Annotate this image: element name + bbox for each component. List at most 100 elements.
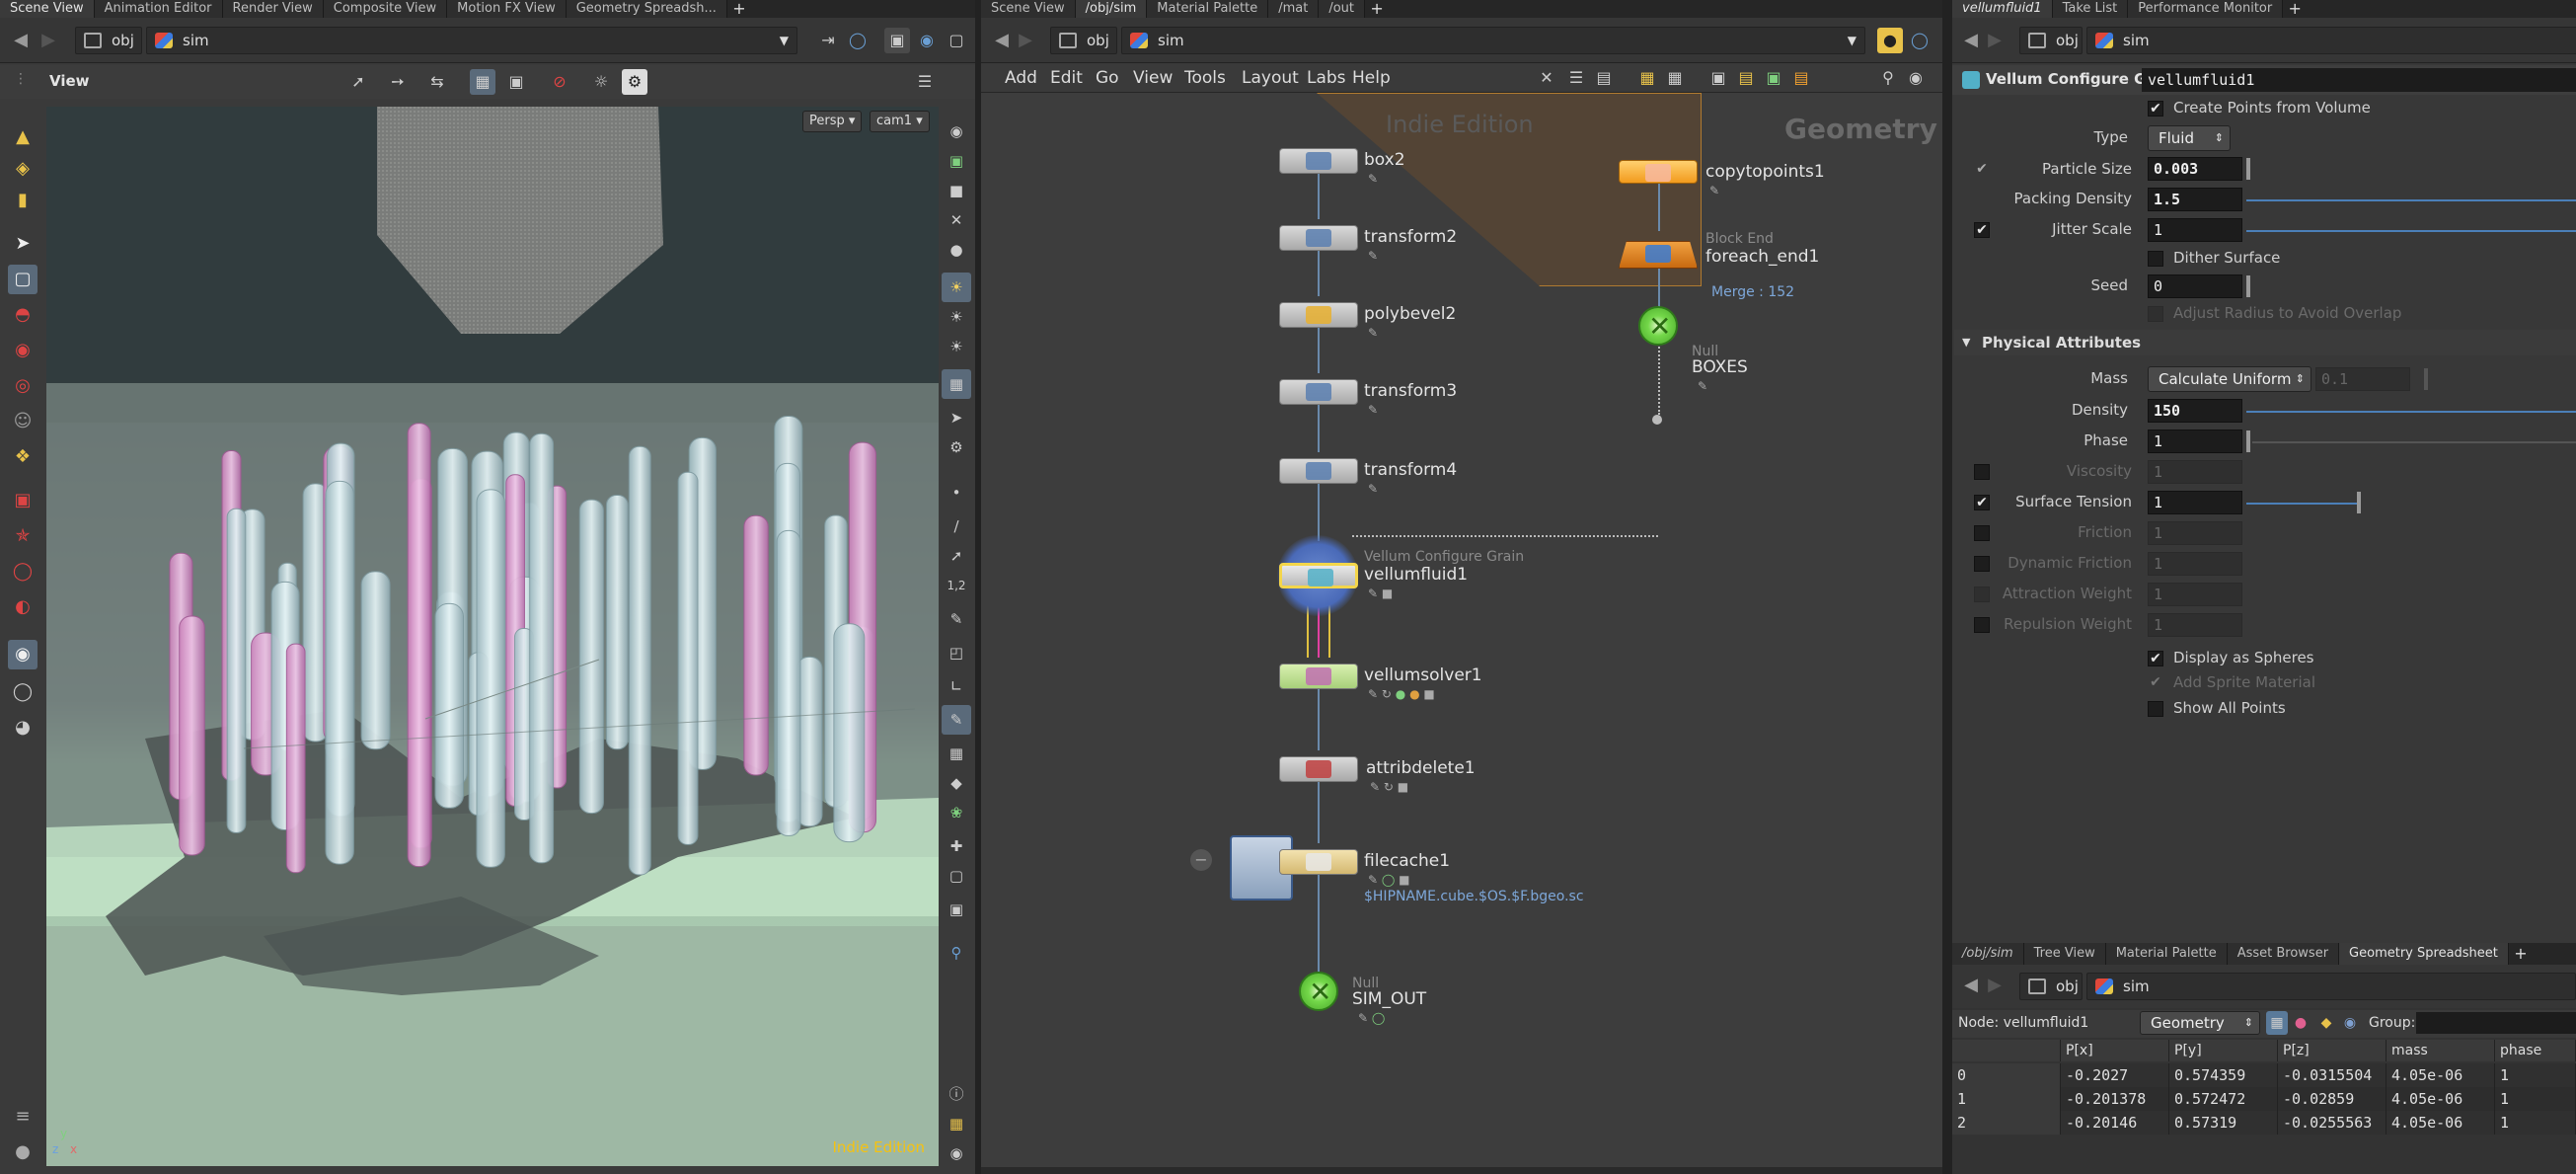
forward-arrow-icon-2[interactable]: ▶ bbox=[1015, 30, 1036, 51]
add-tab-button[interactable]: + bbox=[727, 0, 751, 18]
chevron-down-icon[interactable]: ▼ bbox=[780, 28, 789, 53]
particle-size-field[interactable]: 0.003 bbox=[2148, 157, 2242, 181]
node-transform3[interactable] bbox=[1279, 379, 1358, 405]
settings-icon[interactable]: ⚙ bbox=[622, 69, 647, 95]
ruler-icon[interactable]: ∟ bbox=[942, 671, 971, 701]
eye-icon[interactable]: ◉ bbox=[942, 117, 971, 146]
node-vellumsolver1[interactable] bbox=[1279, 664, 1358, 689]
timeline-ruler[interactable] bbox=[981, 1167, 1942, 1174]
point-icon[interactable]: • bbox=[942, 478, 971, 508]
phase-slider[interactable] bbox=[2246, 430, 2250, 452]
repulsion-weight-checkbox[interactable] bbox=[1974, 617, 1990, 633]
3d-viewport[interactable]: Persp ▾ cam1 ▾ Indie Edition y z x bbox=[46, 107, 939, 1166]
tab-performance-monitor[interactable]: Performance Monitor bbox=[2128, 0, 2284, 18]
table-row[interactable]: 2 -0.20146 0.57319 -0.0255563 4.05e-06 1 bbox=[1952, 1111, 2576, 1135]
attraction-weight-checkbox[interactable] bbox=[1974, 587, 1990, 602]
column-header[interactable] bbox=[1952, 1040, 2061, 1061]
image-view-icon[interactable]: ▣ bbox=[1705, 65, 1731, 91]
breadcrumb-obj[interactable]: obj bbox=[75, 27, 142, 54]
camera-icon[interactable]: ▣ bbox=[884, 28, 910, 53]
spreadsheet-table[interactable]: P[x] P[y] P[z] mass phase 0 -0.2027 0.574359 -0.… bbox=[1952, 1040, 2576, 1174]
back-arrow-icon[interactable]: ◀ bbox=[10, 30, 32, 51]
mass-select[interactable]: Calculate Uniform ⇕ bbox=[2148, 366, 2311, 392]
paint-icon[interactable]: ◈ bbox=[8, 154, 38, 184]
column-header[interactable]: mass bbox=[2387, 1040, 2495, 1061]
move-icon[interactable]: ❖ bbox=[8, 442, 38, 472]
node-attribdelete1[interactable] bbox=[1279, 756, 1358, 782]
jitter-key-icon[interactable]: ✔ bbox=[1974, 222, 1990, 238]
info-icon[interactable]: ⓘ bbox=[942, 1079, 971, 1109]
density-field[interactable]: 150 bbox=[2148, 399, 2242, 423]
edge-icon[interactable]: ∕ bbox=[942, 511, 971, 541]
snap-point-icon[interactable]: ◯ bbox=[8, 557, 38, 587]
add-sprite-checkbox[interactable]: ✔ bbox=[2148, 675, 2163, 691]
camera-menu[interactable]: cam1 ▾ bbox=[870, 111, 930, 132]
arrow-select-icon[interactable]: ➤ bbox=[8, 229, 38, 259]
phase-field[interactable]: 1 bbox=[2148, 430, 2242, 453]
back-arrow-icon-2[interactable]: ◀ bbox=[991, 30, 1013, 51]
grip-icon[interactable]: ⋮ bbox=[14, 71, 28, 87]
back-arrow-icon-3[interactable]: ◀ bbox=[1960, 30, 1982, 51]
stop-icon[interactable]: ⊘ bbox=[547, 69, 572, 95]
add-tab-button-4[interactable]: + bbox=[2509, 943, 2533, 965]
physical-attributes-header[interactable]: ▼ Physical Attributes bbox=[1954, 330, 2576, 355]
points-mode-icon[interactable]: ▦ bbox=[2266, 1011, 2288, 1035]
node-polybevel2[interactable] bbox=[1279, 302, 1358, 328]
measure-icon[interactable]: ◰ bbox=[942, 638, 971, 667]
create-points-checkbox[interactable]: ✔ bbox=[2148, 101, 2163, 117]
lock-icon[interactable]: ▢ bbox=[8, 265, 38, 294]
select-tool-icon[interactable]: ➚ bbox=[345, 69, 371, 95]
table-row[interactable]: 0 -0.2027 0.574359 -0.0315504 4.05e-06 1 bbox=[1952, 1063, 2576, 1087]
bones-icon[interactable]: ◯ bbox=[8, 677, 38, 707]
transform-icon[interactable]: ⇆ bbox=[424, 69, 450, 95]
pen-icon[interactable]: ✎ bbox=[942, 705, 971, 735]
bulb-icon[interactable]: ☀ bbox=[942, 302, 971, 332]
tab-take-list[interactable]: Take List bbox=[2052, 0, 2129, 18]
breadcrumb-obj-3[interactable]: obj bbox=[2019, 27, 2083, 54]
tab-render-view[interactable]: Render View bbox=[222, 0, 324, 18]
normal-icon[interactable]: ➚ bbox=[942, 541, 971, 571]
node-transform2[interactable] bbox=[1279, 225, 1358, 251]
dynamic-friction-checkbox[interactable] bbox=[1974, 556, 1990, 572]
x-ray-icon[interactable]: ✕ bbox=[942, 205, 971, 235]
add-tab-button-2[interactable]: + bbox=[1365, 0, 1389, 18]
mode-select[interactable]: Geometry ⇕ bbox=[2140, 1011, 2260, 1035]
sticky-icon[interactable]: ◉ bbox=[8, 640, 38, 669]
breadcrumb-sim-4[interactable]: sim bbox=[2086, 973, 2576, 1000]
column-header[interactable]: P[z] bbox=[2278, 1040, 2387, 1061]
viscosity-checkbox[interactable] bbox=[1974, 464, 1990, 480]
breadcrumb-sim[interactable]: sim ▼ bbox=[146, 27, 797, 54]
surface-tension-knob[interactable] bbox=[2357, 492, 2361, 513]
snap-grid-icon[interactable]: ▣ bbox=[8, 486, 38, 515]
jitter-scale-field[interactable]: 1 bbox=[2148, 218, 2242, 242]
wrench-icon[interactable]: ✕ bbox=[1534, 65, 1559, 91]
phase-slider-track[interactable] bbox=[2252, 441, 2576, 443]
sphere-icon[interactable]: ● bbox=[942, 235, 971, 265]
target-icon[interactable]: ◎ bbox=[8, 371, 38, 401]
brush-tool-icon[interactable]: ✎ bbox=[942, 604, 971, 634]
node-foreach-end1[interactable] bbox=[1619, 241, 1698, 269]
list-icon[interactable]: ▤ bbox=[1591, 65, 1617, 91]
breadcrumb-sim-3[interactable]: sim bbox=[2086, 27, 2576, 54]
tab-mat[interactable]: /mat bbox=[1268, 0, 1320, 18]
detail-mode-icon[interactable]: ◉ bbox=[2339, 1011, 2361, 1035]
display-spheres-checkbox[interactable]: ✔ bbox=[2148, 651, 2163, 666]
display-icon[interactable]: ▣ bbox=[503, 69, 529, 95]
node-filecache1[interactable] bbox=[1279, 849, 1358, 875]
pin-icon[interactable]: ⇥ bbox=[815, 28, 841, 53]
snap-icon[interactable]: ◆ bbox=[942, 768, 971, 798]
surface-tension-slider[interactable] bbox=[2246, 503, 2359, 505]
lock-closed-icon[interactable]: ■ bbox=[942, 176, 971, 205]
camera-tool-icon[interactable]: ◕ bbox=[8, 713, 38, 743]
tab-out[interactable]: /out bbox=[1319, 0, 1366, 18]
table-row[interactable]: 1 -0.201378 0.572472 -0.02859 4.05e-06 1 bbox=[1952, 1087, 2576, 1111]
number-icon[interactable]: 1,2 bbox=[942, 571, 971, 600]
image-icon[interactable]: ▣ bbox=[942, 895, 971, 924]
network-canvas[interactable]: Indie Edition Geometry box2 ✎ transform2… bbox=[981, 93, 1942, 1167]
node-name-field[interactable]: vellumfluid1 bbox=[2142, 68, 2576, 92]
breadcrumb-obj-2[interactable]: obj bbox=[1050, 27, 1117, 54]
tab-obj-sim[interactable]: /obj/sim bbox=[1075, 0, 1148, 18]
tab-asset-browser[interactable]: Asset Browser bbox=[2227, 943, 2340, 965]
menu-add[interactable]: Add bbox=[1005, 65, 1037, 91]
maximize-icon[interactable]: ▢ bbox=[944, 28, 969, 53]
